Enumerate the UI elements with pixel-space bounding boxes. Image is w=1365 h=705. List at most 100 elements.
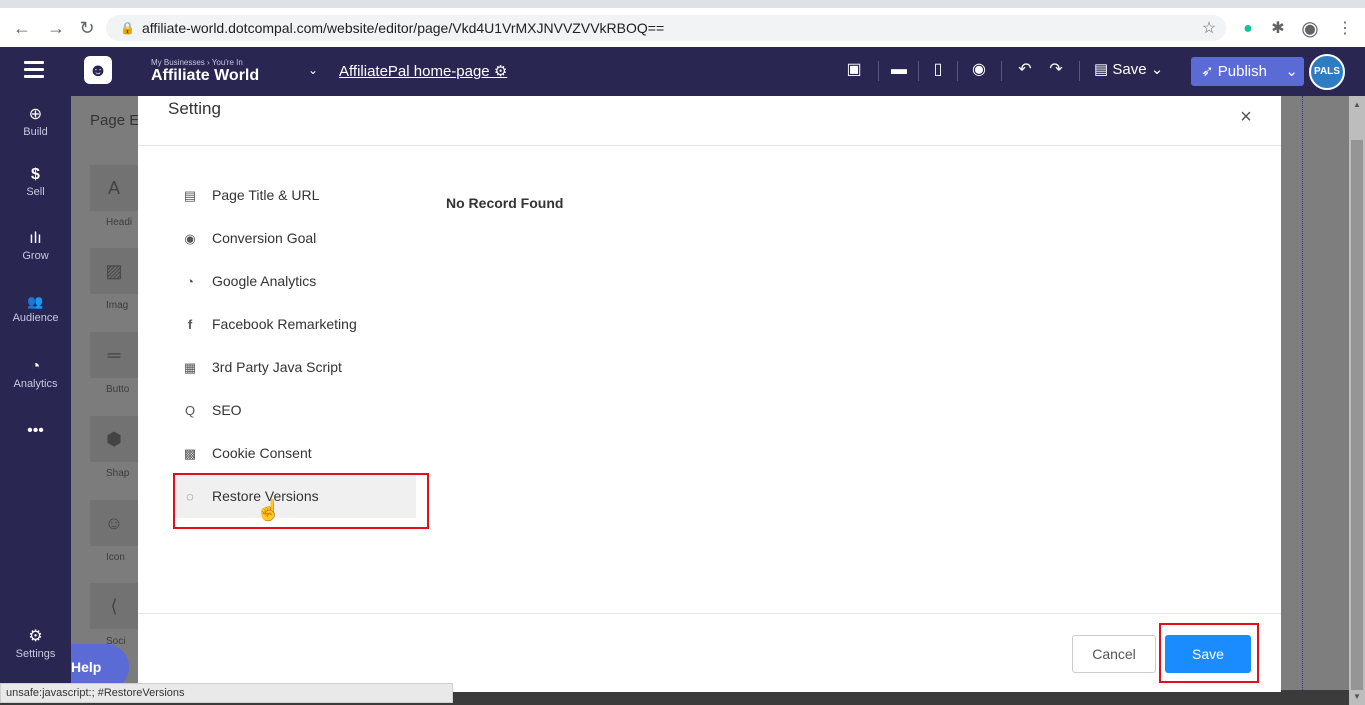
canvas-guide-line: [1302, 96, 1303, 690]
menu-item-label: Google Analytics: [212, 273, 317, 289]
reload-icon[interactable]: ↻: [77, 18, 97, 38]
plus-circle-icon: ⊕: [28, 106, 43, 123]
menu-item-cookie-consent[interactable]: ▩ Cookie Consent: [174, 432, 416, 475]
menu-item-label: Cookie Consent: [212, 445, 312, 461]
settings-gear-icon: ⚙: [28, 628, 43, 645]
header-divider: [878, 61, 879, 81]
list-icon: ▤: [183, 188, 197, 203]
page-gear-icon[interactable]: ⚙: [494, 63, 507, 80]
annotation-highlight-save: [1159, 623, 1259, 683]
heading-tile-icon[interactable]: A: [90, 165, 138, 211]
address-bar[interactable]: 🔒 affiliate-world.dotcompal.com/website/…: [106, 15, 1226, 41]
panel-tile-label: Shap: [106, 468, 130, 479]
header-divider: [957, 61, 958, 81]
social-tile-icon[interactable]: ⟨: [90, 583, 138, 629]
publish-button[interactable]: ➶ Publish ⌄: [1191, 57, 1304, 86]
redo-icon[interactable]: ↷: [1046, 61, 1066, 79]
responsive-toggle-icon[interactable]: ▣: [844, 61, 864, 79]
header-divider: [1079, 61, 1080, 81]
rail-item-grow[interactable]: ılı Grow: [0, 230, 71, 262]
pie-chart-icon: ◔: [30, 358, 41, 375]
save-disk-icon: ▤: [1094, 61, 1109, 78]
modal-header-divider: [138, 145, 1281, 146]
menu-item-3rd-party-javascript[interactable]: ▦ 3rd Party Java Script: [174, 346, 416, 389]
rail-label: Grow: [22, 250, 49, 262]
cookie-icon: ▩: [183, 446, 197, 461]
back-arrow-icon[interactable]: ←: [12, 18, 32, 38]
rail-item-settings[interactable]: ⚙ Settings: [0, 626, 71, 660]
header-save-button[interactable]: ▤ Save ⌄: [1094, 60, 1163, 78]
bookmark-star-icon[interactable]: ☆: [1199, 20, 1219, 38]
user-avatar[interactable]: PALS: [1309, 54, 1345, 90]
rail-item-build[interactable]: ⊕ Build: [0, 104, 71, 138]
image-tile-icon[interactable]: ▨: [90, 248, 138, 294]
rocket-icon: ➶: [1201, 63, 1214, 80]
hamburger-menu-icon[interactable]: [24, 61, 44, 78]
mobile-view-icon[interactable]: ▯: [928, 61, 948, 79]
publish-label: Publish: [1217, 63, 1267, 80]
undo-icon[interactable]: ↶: [1015, 61, 1035, 79]
more-dots-icon: •••: [27, 422, 44, 439]
forward-arrow-icon[interactable]: →: [46, 18, 66, 38]
rail-item-more[interactable]: •••: [0, 422, 71, 442]
business-chevron-down-icon[interactable]: ⌄: [308, 63, 318, 77]
menu-item-label: 3rd Party Java Script: [212, 359, 342, 375]
icon-tile-icon[interactable]: ☺: [90, 500, 138, 546]
menu-item-conversion-goal[interactable]: ◉ Conversion Goal: [174, 217, 416, 260]
rail-label: Build: [23, 126, 48, 138]
menu-item-facebook-remarketing[interactable]: f Facebook Remarketing: [174, 303, 416, 346]
settings-modal: Setting × ▤ Page Title & URL ◉ Conversion …: [138, 96, 1281, 692]
page-name-text: AffiliatePal home-page: [339, 63, 490, 80]
modal-title: Setting: [168, 99, 221, 118]
button-tile-icon[interactable]: ═: [90, 332, 138, 378]
rail-label: Audience: [12, 312, 59, 324]
facebook-icon: f: [187, 317, 193, 332]
bar-chart-icon: ılı: [29, 230, 42, 247]
page-name-link[interactable]: AffiliatePal home-page ⚙: [339, 62, 507, 80]
desktop-view-icon[interactable]: ▬: [889, 61, 909, 79]
rail-label: Sell: [26, 186, 45, 198]
rail-label: Analytics: [13, 378, 58, 390]
target-icon: ◉: [184, 231, 196, 246]
page-scrollbar[interactable]: ▲ ▼: [1349, 96, 1365, 705]
publish-chevron-down-icon[interactable]: ⌄: [1285, 57, 1298, 86]
rail-item-audience[interactable]: 👥 Audience: [0, 294, 71, 324]
menu-item-page-title-url[interactable]: ▤ Page Title & URL: [174, 174, 416, 217]
menu-item-label: Page Title & URL: [212, 187, 320, 203]
menu-item-google-analytics[interactable]: ◔ Google Analytics: [174, 260, 416, 303]
browser-menu-icon[interactable]: ⋮: [1335, 20, 1355, 38]
users-icon: 👥: [27, 294, 44, 309]
search-icon: Q: [184, 403, 196, 418]
cancel-button[interactable]: Cancel: [1072, 635, 1156, 673]
header-divider: [1001, 61, 1002, 81]
brand-logo[interactable]: ☻: [84, 56, 112, 84]
scroll-up-arrow-icon[interactable]: ▲: [1353, 100, 1361, 109]
app-header: ☻ My Businesses › You're In Affiliate Wo…: [0, 47, 1365, 96]
annotation-highlight-restore: [173, 473, 429, 529]
preview-eye-icon[interactable]: ◉: [969, 61, 989, 79]
business-name[interactable]: Affiliate World: [151, 67, 259, 85]
scroll-down-arrow-icon[interactable]: ▼: [1353, 692, 1361, 701]
hand-cursor-icon: ☝: [256, 500, 281, 522]
rail-label: Settings: [15, 648, 56, 660]
extensions-puzzle-icon[interactable]: ✱: [1268, 20, 1288, 38]
script-file-icon: ▦: [183, 360, 197, 375]
panel-title: Page E: [90, 112, 140, 129]
shape-tile-icon[interactable]: ⬢: [90, 416, 138, 462]
close-icon[interactable]: ×: [1238, 107, 1254, 127]
grammarly-icon[interactable]: ●: [1238, 20, 1258, 38]
rail-item-sell[interactable]: $ Sell: [0, 166, 71, 198]
menu-item-label: SEO: [212, 402, 242, 418]
lock-icon[interactable]: 🔒: [120, 15, 135, 41]
dollar-icon: $: [31, 166, 40, 183]
scroll-thumb[interactable]: [1351, 140, 1363, 690]
menu-item-label: Facebook Remarketing: [212, 316, 357, 332]
no-record-message: No Record Found: [446, 195, 564, 211]
menu-item-seo[interactable]: Q SEO: [174, 389, 416, 432]
panel-tile-label: Icon: [106, 552, 125, 563]
pie-chart-icon: ◔: [186, 274, 194, 289]
rail-item-analytics[interactable]: ◔ Analytics: [0, 358, 71, 390]
panel-tile-label: Butto: [106, 384, 130, 395]
profile-icon[interactable]: ◉: [1300, 19, 1320, 39]
header-save-label: Save: [1112, 61, 1147, 78]
